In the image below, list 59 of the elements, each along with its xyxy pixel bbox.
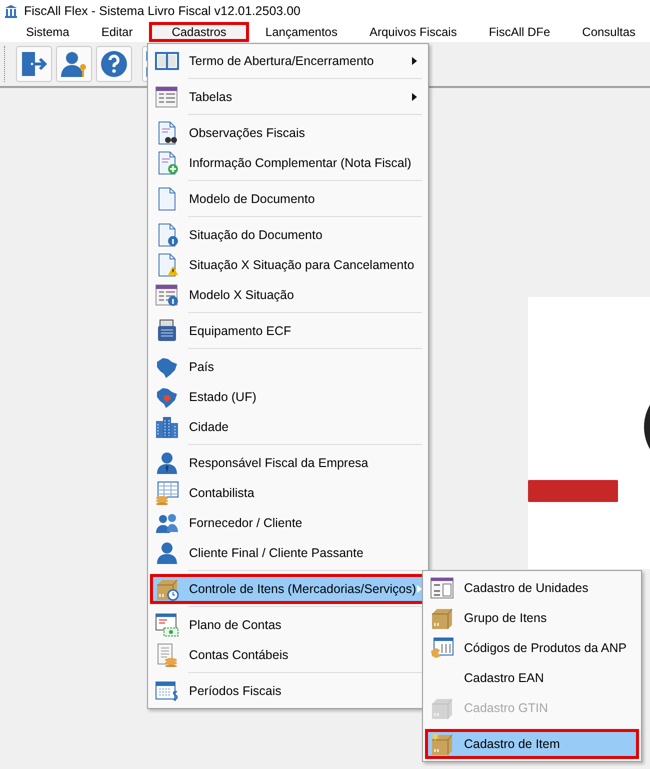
table-icon <box>155 85 179 109</box>
person-icon <box>155 541 179 565</box>
menu-item[interactable]: Plano de Contas <box>150 610 426 640</box>
register-icon <box>155 319 179 343</box>
menu-item[interactable]: Modelo de Documento <box>150 184 426 214</box>
menu-item[interactable]: Contas Contábeis <box>150 640 426 670</box>
menu-item[interactable]: Situação do Documento <box>150 220 426 250</box>
calendar-dollar-icon <box>155 679 179 703</box>
menu-item[interactable]: Termo de Abertura/Encerramento <box>150 46 426 76</box>
menu-bar-item[interactable]: Sistema <box>10 22 86 42</box>
help-icon <box>99 49 129 79</box>
menu-bar-item[interactable]: Consultas <box>566 22 650 42</box>
menu-item[interactable]: Modelo X Situação <box>150 280 426 310</box>
menu-bar-item[interactable]: Cadastros <box>148 22 250 42</box>
menu-item[interactable]: Períodos Fiscais <box>150 676 426 706</box>
box-icon <box>430 606 454 630</box>
map-icon <box>155 355 179 379</box>
menu-item[interactable]: Tabelas <box>150 82 426 112</box>
menu-item[interactable]: Grupo de Itens <box>425 603 639 633</box>
window-cash-icon <box>155 613 179 637</box>
exit-button[interactable] <box>16 46 52 82</box>
table-hand-icon <box>430 636 454 660</box>
buildings-icon <box>155 415 179 439</box>
help-button[interactable] <box>96 46 132 82</box>
menu-item[interactable]: Cadastro de Item <box>425 729 639 759</box>
menu-item[interactable]: Estado (UF) <box>150 382 426 412</box>
window-title: FiscAll Flex - Sistema Livro Fiscal v12.01.2503.00 <box>24 4 300 18</box>
menu-item[interactable]: Cidade <box>150 412 426 442</box>
menu-item[interactable]: Equipamento ECF <box>150 316 426 346</box>
table-coins-icon <box>155 481 179 505</box>
box-clock-icon <box>155 577 179 601</box>
window-table-icon <box>430 576 454 600</box>
box-icon <box>430 696 454 720</box>
people-icon <box>155 511 179 535</box>
app-icon <box>4 4 18 18</box>
menu-item[interactable]: Fornecedor / Cliente <box>150 508 426 538</box>
menu-item[interactable]: Cadastro de Unidades <box>425 573 639 603</box>
document-coins-icon <box>155 643 179 667</box>
menu-item[interactable]: Observações Fiscais <box>150 118 426 148</box>
menu-item[interactable]: Cliente Final / Cliente Passante <box>150 538 426 568</box>
menu-bar-item[interactable]: FiscAll DFe <box>472 22 566 42</box>
menu-item[interactable]: Situação X Situação para Cancelamento <box>150 250 426 280</box>
exit-icon <box>19 49 49 79</box>
person-icon <box>155 451 179 475</box>
book-icon <box>155 49 179 73</box>
menu-item[interactable]: Contabilista <box>150 478 426 508</box>
menu-bar-item[interactable]: Editar <box>85 22 149 42</box>
user-key-button[interactable] <box>56 46 92 82</box>
menu-bar-item[interactable]: Arquivos Fiscais <box>353 22 473 42</box>
map-icon <box>155 385 179 409</box>
box-star-icon <box>430 732 454 756</box>
menu-item[interactable]: Responsável Fiscal da Empresa <box>150 448 426 478</box>
menu-item[interactable]: Cadastro EAN <box>425 663 639 693</box>
menu-item[interactable]: País <box>150 352 426 382</box>
menu-item[interactable]: Códigos de Produtos da ANP <box>425 633 639 663</box>
table-info-icon <box>155 283 179 307</box>
user-key-icon <box>59 49 89 79</box>
menu-item[interactable]: Informação Complementar (Nota Fiscal) <box>150 148 426 178</box>
menu-bar-item[interactable]: Lançamentos <box>249 22 354 42</box>
